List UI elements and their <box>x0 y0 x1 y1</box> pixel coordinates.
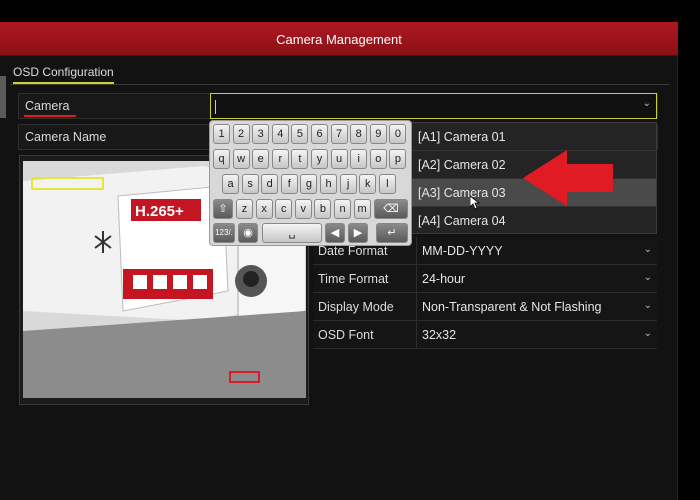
key-2[interactable]: 2 <box>232 124 250 144</box>
key-o[interactable]: o <box>369 149 387 169</box>
chevron-down-icon: ⌄ <box>643 272 652 283</box>
osd-name-box[interactable] <box>229 371 260 383</box>
arrow-right-icon[interactable]: ▶ <box>348 223 368 243</box>
key-t[interactable]: t <box>291 149 309 169</box>
title-bar: Camera Management <box>0 22 678 56</box>
time-format-select[interactable]: 24-hour ⌄ <box>416 265 657 293</box>
camera-label: Camera <box>25 99 70 113</box>
key-z[interactable]: z <box>236 199 253 219</box>
key-q[interactable]: q <box>213 149 230 169</box>
key-6[interactable]: 6 <box>311 124 328 144</box>
time-format-row[interactable]: Time Format 24-hour ⌄ <box>313 265 657 293</box>
key-w[interactable]: w <box>232 149 250 169</box>
key-8[interactable]: 8 <box>350 124 368 144</box>
key-s[interactable]: s <box>241 174 259 194</box>
display-mode-select[interactable]: Non-Transparent & Not Flashing ⌄ <box>416 293 657 321</box>
osd-font-value: 32x32 <box>422 328 457 342</box>
display-mode-label: Display Mode <box>318 300 394 314</box>
display-mode-value: Non-Transparent & Not Flashing <box>422 300 602 314</box>
key-5[interactable]: 5 <box>291 124 309 144</box>
camera-select[interactable]: ⌄ <box>210 93 657 119</box>
key-y[interactable]: y <box>311 149 328 169</box>
osd-date-box[interactable] <box>31 177 104 190</box>
key-4[interactable]: 4 <box>271 124 289 144</box>
key-9[interactable]: 9 <box>369 124 387 144</box>
text-cursor <box>215 100 216 114</box>
mode-key[interactable]: 123/. <box>213 223 235 243</box>
key-1[interactable]: 1 <box>213 124 230 144</box>
red-arrow-pointer-icon <box>523 150 613 206</box>
display-mode-row[interactable]: Display Mode Non-Transparent & Not Flash… <box>313 293 657 321</box>
key-f[interactable]: f <box>280 174 298 194</box>
camera-label-underline <box>24 115 76 117</box>
svg-text:H.265+: H.265+ <box>135 203 184 220</box>
key-0[interactable]: 0 <box>389 124 407 144</box>
tab-divider <box>10 84 670 85</box>
key-l[interactable]: l <box>378 174 396 194</box>
key-b[interactable]: b <box>314 199 332 219</box>
key-x[interactable]: x <box>255 199 273 219</box>
key-h[interactable]: h <box>320 174 337 194</box>
key-3[interactable]: 3 <box>252 124 270 144</box>
side-panel-handle[interactable] <box>0 76 6 118</box>
key-7[interactable]: 7 <box>330 124 348 144</box>
space-key[interactable]: ␣ <box>262 223 322 243</box>
mouse-pointer-icon <box>470 196 480 210</box>
key-c[interactable]: c <box>275 199 293 219</box>
dropdown-option[interactable]: [A1] Camera 01 <box>412 123 656 151</box>
key-v[interactable]: v <box>294 199 312 219</box>
enter-icon[interactable]: ↵ <box>376 223 408 243</box>
arrow-left-icon[interactable]: ◀ <box>325 223 345 243</box>
chevron-down-icon: ⌄ <box>643 300 652 311</box>
key-j[interactable]: j <box>339 174 357 194</box>
osd-font-label: OSD Font <box>318 328 374 342</box>
shift-icon[interactable]: ⇧ <box>213 199 233 219</box>
dropdown-option[interactable]: [A4] Camera 04 <box>412 207 656 235</box>
chevron-down-icon: ⌄ <box>643 244 652 255</box>
time-format-label: Time Format <box>318 272 389 286</box>
on-screen-keyboard: 1234567890 qwertyuiop asdfghjkl zxcvbnm … <box>209 120 412 246</box>
key-n[interactable]: n <box>334 199 351 219</box>
osd-font-select[interactable]: 32x32 ⌄ <box>416 321 657 349</box>
tab-osd-configuration[interactable]: OSD Configuration <box>13 65 114 84</box>
backspace-icon[interactable]: ⌫ <box>374 199 408 219</box>
chevron-down-icon: ⌄ <box>643 328 652 339</box>
date-format-value: MM-DD-YYYY <box>422 244 503 258</box>
chevron-down-icon: ⌄ <box>642 98 651 109</box>
key-p[interactable]: p <box>389 149 407 169</box>
key-r[interactable]: r <box>271 149 289 169</box>
key-u[interactable]: u <box>330 149 348 169</box>
globe-icon[interactable]: ◉ <box>238 223 258 243</box>
time-format-value: 24-hour <box>422 272 466 286</box>
key-e[interactable]: e <box>252 149 270 169</box>
key-i[interactable]: i <box>350 149 368 169</box>
key-m[interactable]: m <box>353 199 371 219</box>
key-k[interactable]: k <box>359 174 377 194</box>
key-d[interactable]: d <box>261 174 279 194</box>
key-a[interactable]: a <box>222 174 239 194</box>
camera-name-label: Camera Name <box>25 130 107 144</box>
key-g[interactable]: g <box>300 174 318 194</box>
date-format-label: Date Format <box>318 244 388 258</box>
osd-font-row[interactable]: OSD Font 32x32 ⌄ <box>313 321 657 349</box>
date-format-select[interactable]: MM-DD-YYYY ⌄ <box>416 237 657 265</box>
window-title: Camera Management <box>276 32 402 47</box>
